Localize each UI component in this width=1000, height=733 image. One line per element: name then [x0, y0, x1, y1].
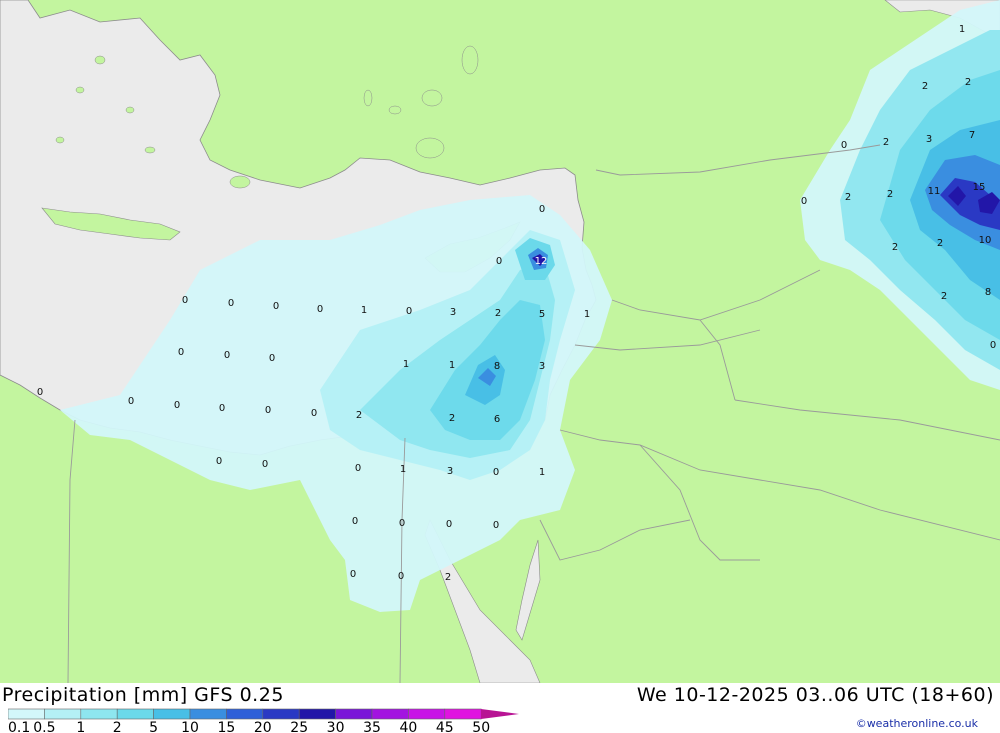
value-label: 0	[317, 304, 323, 315]
value-label: 0	[128, 396, 134, 407]
value-label: 0	[841, 140, 847, 151]
legend-swatch	[226, 708, 264, 720]
legend-label: 45	[436, 720, 454, 733]
value-label: 0	[273, 301, 279, 312]
value-label: 0	[174, 400, 180, 411]
value-label: 2	[356, 410, 362, 421]
value-label: 0	[262, 459, 268, 470]
legend-label: 35	[363, 720, 381, 733]
value-label: 10	[979, 235, 992, 246]
value-label: 0	[399, 518, 405, 529]
value-label: 2	[883, 137, 889, 148]
value-label: 2	[922, 81, 928, 92]
value-label: 0	[446, 519, 452, 530]
value-label: 1	[584, 309, 590, 320]
value-label: 1	[403, 359, 409, 370]
value-label: 2	[845, 192, 851, 203]
value-label: 8	[985, 287, 991, 298]
color-legend: 0.1 0.5 1 2 5 10 15 20 25 30 35 40 45 50	[8, 708, 519, 733]
value-label: 0	[224, 350, 230, 361]
value-label: 0	[265, 405, 271, 416]
legend-swatch	[298, 708, 336, 720]
value-label: 5	[539, 309, 545, 320]
forecast-datetime: We 10-12-2025 03..06 UTC (18+60)	[636, 684, 994, 706]
value-label: 1	[959, 24, 965, 35]
legend-label: 10	[181, 720, 199, 733]
value-label: 0	[311, 408, 317, 419]
value-label: 1	[539, 467, 545, 478]
value-label: 1	[361, 305, 367, 316]
value-label: 2	[887, 189, 893, 200]
map-footer: Precipitation [mm] GFS 0.25 We 10-12-202…	[0, 683, 1000, 733]
legend-label: 15	[217, 720, 235, 733]
precipitation-map: 1 2 2 7 0 2 3 11 15 0 2 2 2 10 2 2 8 0 0…	[0, 0, 1000, 683]
legend-swatch	[44, 708, 82, 720]
value-label: 7	[969, 130, 975, 141]
legend-label: 50	[472, 720, 490, 733]
value-label: 0	[493, 520, 499, 531]
legend-label: 0.5	[33, 720, 55, 733]
legend-label: 2	[113, 720, 122, 733]
value-label: 0	[355, 463, 361, 474]
legend-label: 0.1	[8, 720, 30, 733]
value-label: 0	[406, 306, 412, 317]
value-label: 0	[493, 467, 499, 478]
value-label: 1	[400, 464, 406, 475]
value-label: 15	[973, 182, 986, 193]
value-label: 0	[219, 403, 225, 414]
value-label: 2	[495, 308, 501, 319]
legend-swatch	[80, 708, 118, 720]
value-label: 0	[801, 196, 807, 207]
legend-label: 30	[327, 720, 345, 733]
legend-swatch	[116, 708, 154, 720]
value-label: 0	[352, 516, 358, 527]
value-label: 11	[928, 186, 941, 197]
value-label: 0	[228, 298, 234, 309]
legend-swatch	[408, 708, 446, 720]
value-label: 0	[990, 340, 996, 351]
value-label: 2	[892, 242, 898, 253]
value-label: 0	[182, 295, 188, 306]
legend-label: 5	[149, 720, 158, 733]
value-label: 2	[941, 291, 947, 302]
value-label: 2	[445, 572, 451, 583]
map-title: Precipitation [mm] GFS 0.25	[2, 684, 284, 706]
value-label: 3	[447, 466, 453, 477]
value-label: 2	[449, 413, 455, 424]
value-label: 12	[535, 256, 548, 267]
legend-swatch	[189, 708, 227, 720]
value-label: 0	[398, 571, 404, 582]
legend-label: 1	[76, 720, 85, 733]
value-label: 0	[350, 569, 356, 580]
legend-swatch	[371, 708, 409, 720]
value-label: 3	[539, 361, 545, 372]
value-label: 0	[539, 204, 545, 215]
legend-label: 40	[399, 720, 417, 733]
legend-swatches	[8, 708, 482, 720]
value-label: 8	[494, 361, 500, 372]
value-label: 1	[449, 360, 455, 371]
legend-label: 20	[254, 720, 272, 733]
value-label: 3	[926, 134, 932, 145]
legend-arrow	[481, 709, 519, 719]
value-label: 0	[178, 347, 184, 358]
value-label: 2	[937, 238, 943, 249]
value-label: 0	[496, 256, 502, 267]
value-label: 0	[269, 353, 275, 364]
legend-swatch	[153, 708, 191, 720]
value-label: 3	[450, 307, 456, 318]
value-label: 0	[37, 387, 43, 398]
legend-swatch	[262, 708, 300, 720]
credit-link[interactable]: ©weatheronline.co.uk	[856, 717, 978, 730]
value-label: 6	[494, 414, 500, 425]
value-label: 0	[216, 456, 222, 467]
legend-label: 25	[290, 720, 308, 733]
legend-swatch	[8, 708, 45, 720]
legend-labels: 0.1 0.5 1 2 5 10 15 20 25 30 35 40 45 50	[8, 720, 490, 733]
value-label: 2	[965, 77, 971, 88]
legend-swatch	[335, 708, 373, 720]
legend-swatch	[444, 708, 482, 720]
